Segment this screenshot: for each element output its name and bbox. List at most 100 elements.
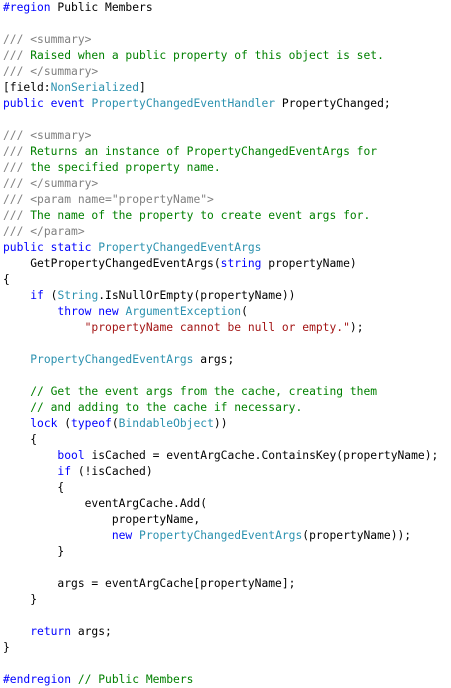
comment-token: Raised when a public property of this ob… [23, 49, 384, 62]
code-line[interactable]: bool isCached = eventArgCache.ContainsKe… [0, 448, 451, 464]
code-line[interactable]: } [0, 640, 451, 656]
code-line[interactable]: eventArgCache.Add( [0, 496, 451, 512]
comment-token: // and adding to the cache if necessary. [30, 401, 303, 414]
code-line[interactable]: [field:NonSerialized] [0, 80, 451, 96]
code-line[interactable]: if (String.IsNullOrEmpty(propertyName)) [0, 288, 451, 304]
code-text: .IsNullOrEmpty(propertyName)) [98, 289, 296, 302]
code-line[interactable]: /// </summary> [0, 64, 451, 80]
code-line[interactable]: /// The name of the property to create e… [0, 208, 451, 224]
code-text: PropertyChanged; [275, 97, 391, 110]
code-line[interactable]: #region Public Members [0, 0, 451, 16]
code-line[interactable]: { [0, 432, 451, 448]
code-text: )) [213, 417, 228, 430]
code-line[interactable]: /// </param> [0, 224, 451, 240]
comment-token: // Get the event args from the cache, cr… [30, 385, 378, 398]
code-text: ( [111, 417, 119, 430]
type-token: PropertyChangedEventHandler [91, 97, 276, 110]
doc-tag-token: /// [3, 209, 24, 222]
code-line[interactable]: ​ [0, 112, 451, 128]
code-line[interactable]: public event PropertyChangedEventHandler… [0, 96, 451, 112]
keyword-token: throw [57, 305, 92, 318]
type-token: NonSerialized [50, 81, 140, 94]
code-line[interactable]: #endregion // Public Members [0, 672, 451, 688]
doc-tag-token: </summary> [30, 177, 99, 190]
keyword-token: return [30, 625, 72, 638]
code-line[interactable]: ​ [0, 336, 451, 352]
doc-tag-token: <param name="propertyName"> [30, 193, 214, 206]
doc-tag-token: /// [3, 33, 24, 46]
code-line[interactable]: lock (typeof(BindableObject)) [0, 416, 451, 432]
code-line[interactable]: if (!isCached) [0, 464, 451, 480]
comment-token: The name of the property to create event… [23, 209, 371, 222]
code-line[interactable]: /// the specified property name. [0, 160, 451, 176]
code-text: ( [57, 417, 72, 430]
code-text: [field: [3, 81, 51, 94]
doc-tag-token: /// [3, 129, 24, 142]
type-token: PropertyChangedEventArgs [139, 529, 303, 542]
code-line[interactable]: public static PropertyChangedEventArgs [0, 240, 451, 256]
code-line[interactable]: // and adding to the cache if necessary. [0, 400, 451, 416]
doc-tag-token: </param> [30, 225, 85, 238]
code-line[interactable]: { [0, 272, 451, 288]
comment-token: // Public Members [77, 673, 194, 686]
code-text: ); [349, 321, 364, 334]
keyword-token: typeof [71, 417, 112, 430]
code-line[interactable]: } [0, 544, 451, 560]
code-line[interactable]: /// Returns an instance of PropertyChang… [0, 144, 451, 160]
code-line[interactable]: ​ [0, 368, 451, 384]
code-editor[interactable]: #region Public Members​/// <summary>/// … [0, 0, 451, 687]
code-line[interactable]: throw new ArgumentException( [0, 304, 451, 320]
code-text: propertyName) [261, 257, 357, 270]
code-text: ( [241, 305, 248, 318]
code-line[interactable]: } [0, 592, 451, 608]
code-line[interactable]: /// <summary> [0, 128, 451, 144]
type-token: PropertyChangedEventArgs [30, 353, 194, 366]
doc-tag-token: <summary> [30, 129, 92, 142]
comment-token: the specified property name. [23, 161, 221, 174]
code-text: (!isCached) [71, 465, 153, 478]
doc-tag-token: /// [3, 49, 24, 62]
code-text: isCached = eventArgCache.ContainsKey(pro… [84, 449, 439, 462]
code-line[interactable]: GetPropertyChangedEventArgs(string prope… [0, 256, 451, 272]
code-text: args; [193, 353, 235, 366]
keyword-token: string [220, 257, 262, 270]
doc-tag-token: <summary> [30, 33, 92, 46]
code-line[interactable]: { [0, 480, 451, 496]
code-text: } [3, 545, 65, 558]
code-line[interactable]: args = eventArgCache[propertyName]; [0, 576, 451, 592]
code-line[interactable]: ​ [0, 560, 451, 576]
keyword-token: if [30, 289, 44, 302]
code-line[interactable]: ​ [0, 608, 451, 624]
code-text: { [3, 433, 38, 446]
code-line[interactable]: /// <summary> [0, 32, 451, 48]
code-line[interactable]: /// Raised when a public property of thi… [0, 48, 451, 64]
code-line[interactable]: new PropertyChangedEventArgs(propertyNam… [0, 528, 451, 544]
code-text: GetPropertyChangedEventArgs( [3, 257, 221, 270]
keyword-token: new [98, 305, 119, 318]
code-line[interactable]: propertyName, [0, 512, 451, 528]
keyword-token: if [57, 465, 72, 478]
code-line[interactable]: // Get the event args from the cache, cr… [0, 384, 451, 400]
doc-tag-token: /// [3, 145, 24, 158]
code-text: eventArgCache.Add( [3, 497, 208, 510]
code-line[interactable]: PropertyChangedEventArgs args; [0, 352, 451, 368]
code-line[interactable]: ​ [0, 16, 451, 32]
code-text: { [3, 481, 65, 494]
doc-tag-token: /// [3, 225, 24, 238]
code-line[interactable]: ​ [0, 656, 451, 672]
code-line[interactable]: return args; [0, 624, 451, 640]
code-line[interactable]: /// <param name="propertyName"> [0, 192, 451, 208]
code-text: } [3, 641, 10, 654]
keyword-token: static [50, 241, 92, 254]
code-line[interactable]: "propertyName cannot be null or empty.")… [0, 320, 451, 336]
code-line[interactable]: /// </summary> [0, 176, 451, 192]
keyword-token: public [3, 97, 44, 110]
